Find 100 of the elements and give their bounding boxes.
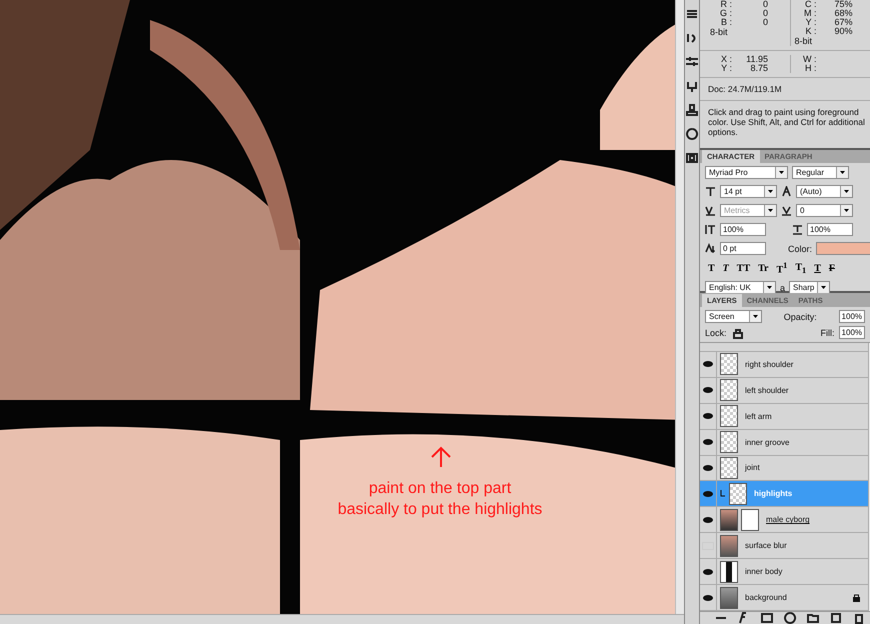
vertical-scale-field[interactable]: 100% — [720, 223, 766, 236]
type-style-button[interactable]: T — [705, 262, 718, 274]
info-label: W : — [802, 55, 816, 64]
caret-icon — [768, 190, 773, 193]
info-label: M : — [803, 9, 816, 18]
info-value: 68% — [833, 9, 852, 18]
layer-row[interactable]: left shoulder — [700, 378, 868, 404]
info-label: B : — [720, 18, 732, 27]
info-label: H : — [804, 64, 816, 73]
font-family-select[interactable]: Myriad Pro — [705, 166, 788, 179]
info-value: 8.75 — [749, 64, 768, 73]
type-style-button[interactable]: F — [826, 262, 838, 274]
info-label: Y : — [720, 64, 732, 73]
horizontal-scale-icon — [792, 224, 803, 235]
layer-name: joint — [745, 463, 760, 472]
caret-icon — [753, 315, 758, 318]
eye-icon[interactable] — [703, 464, 713, 471]
opacity-label: Opacity: — [784, 312, 817, 322]
caret-icon — [844, 209, 849, 212]
type-style-button[interactable]: T — [720, 262, 732, 274]
layer-name: left shoulder — [745, 386, 789, 395]
layer-name: inner groove — [745, 438, 790, 447]
eye-icon[interactable] — [703, 413, 713, 420]
font-style-select[interactable]: Regular — [792, 166, 849, 179]
info-value: 11.95 — [745, 55, 768, 64]
fill-field[interactable]: 100% — [838, 326, 866, 339]
eye-icon[interactable] — [703, 361, 713, 368]
layer-row[interactable]: inner groove — [700, 430, 868, 456]
opacity-field[interactable]: 100% — [838, 310, 866, 323]
font-size-icon — [705, 186, 716, 197]
layer-name: left arm — [745, 412, 772, 421]
eye-icon[interactable] — [703, 516, 713, 523]
leading-select[interactable]: (Auto) — [796, 185, 853, 198]
up-arrow-icon — [430, 446, 452, 468]
info-label: R : — [719, 0, 732, 9]
lock-label: Lock: — [705, 328, 727, 338]
horizontal-scrollbar[interactable] — [0, 614, 684, 624]
vertical-scrollbar[interactable] — [675, 0, 684, 614]
help-text: Click and drag to paint using foreground color. Use Shift, Alt, and Ctrl for additional options. — [707, 106, 866, 139]
info-label: Y : — [804, 18, 816, 27]
layer-row[interactable]: left arm — [700, 404, 868, 430]
lock-icon[interactable] — [730, 326, 745, 338]
layer-name: background — [745, 593, 787, 602]
kerning-icon — [705, 205, 716, 216]
eye-icon[interactable] — [703, 490, 713, 497]
language-select[interactable]: English: UK — [705, 281, 776, 294]
bit-depth: 8-bit — [794, 36, 814, 46]
info-value: 90% — [833, 27, 852, 36]
caret-icon — [767, 286, 772, 290]
layer-name: inner body — [745, 567, 782, 576]
layer-mask-thumbnail — [741, 508, 759, 531]
layer-row[interactable]: right shoulder — [700, 352, 868, 378]
tracking-select[interactable]: 0 — [796, 204, 853, 217]
type-style-button[interactable]: T$^{1}$ — [774, 261, 790, 276]
info-value: 75% — [833, 0, 852, 9]
eye-icon[interactable] — [703, 568, 713, 575]
layer-row[interactable]: background — [700, 585, 868, 611]
info-label: K : — [804, 27, 816, 36]
layer-name: highlights — [754, 489, 792, 498]
color-swatch[interactable] — [816, 242, 870, 255]
annotation-text: paint on the top part basically to put the highlights — [336, 479, 544, 520]
info-label: G : — [718, 9, 732, 18]
layer-row[interactable]: surface blur — [700, 533, 868, 560]
stamp-icon[interactable] — [685, 104, 699, 116]
type-style-button[interactable]: TT — [734, 262, 754, 274]
eye-icon[interactable] — [703, 439, 713, 446]
font-size-select[interactable]: 14 pt — [720, 185, 777, 198]
layer-row[interactable]: inner body — [700, 559, 868, 586]
antialias-label: a — [780, 282, 786, 293]
info-value: 67% — [833, 18, 852, 27]
layer-row[interactable]: male cyborg — [700, 507, 868, 534]
fill-label: Fill: — [820, 328, 835, 338]
folder-icon[interactable] — [806, 612, 820, 624]
horizontal-scale-field[interactable]: 100% — [807, 223, 853, 236]
type-style-button[interactable]: Tr — [755, 262, 772, 274]
caret-icon — [840, 171, 845, 174]
sliders-icon[interactable] — [685, 56, 699, 68]
type-style-button[interactable]: T$_{1}$ — [792, 262, 810, 275]
eye-icon[interactable] — [703, 594, 713, 601]
layer-row[interactable]: joint — [700, 456, 868, 482]
antialias-select[interactable]: Sharp — [789, 281, 830, 294]
tracking-icon — [781, 205, 792, 216]
caret-icon — [779, 171, 784, 174]
color-label: Color: — [788, 244, 812, 254]
eye-icon[interactable] — [703, 387, 713, 394]
caret-icon — [821, 286, 826, 290]
caret-icon — [768, 209, 773, 212]
layer-name: right shoulder — [745, 360, 794, 369]
caret-icon — [844, 190, 849, 193]
layer-name: male cyborg — [766, 515, 810, 524]
info-label: X : — [720, 55, 732, 64]
menu-icon[interactable] — [685, 8, 699, 20]
baseline-field[interactable]: 0 pt — [720, 242, 766, 255]
doc-size: Doc: 24.7M/119.1M — [700, 78, 870, 101]
type-style-button[interactable]: T — [811, 262, 824, 274]
info-label: C : — [804, 0, 816, 9]
info-value: 0 — [762, 9, 768, 18]
layer-name: surface blur — [745, 541, 787, 550]
blend-mode-select[interactable]: Screen — [705, 310, 762, 323]
bit-depth: 8-bit — [710, 27, 729, 37]
